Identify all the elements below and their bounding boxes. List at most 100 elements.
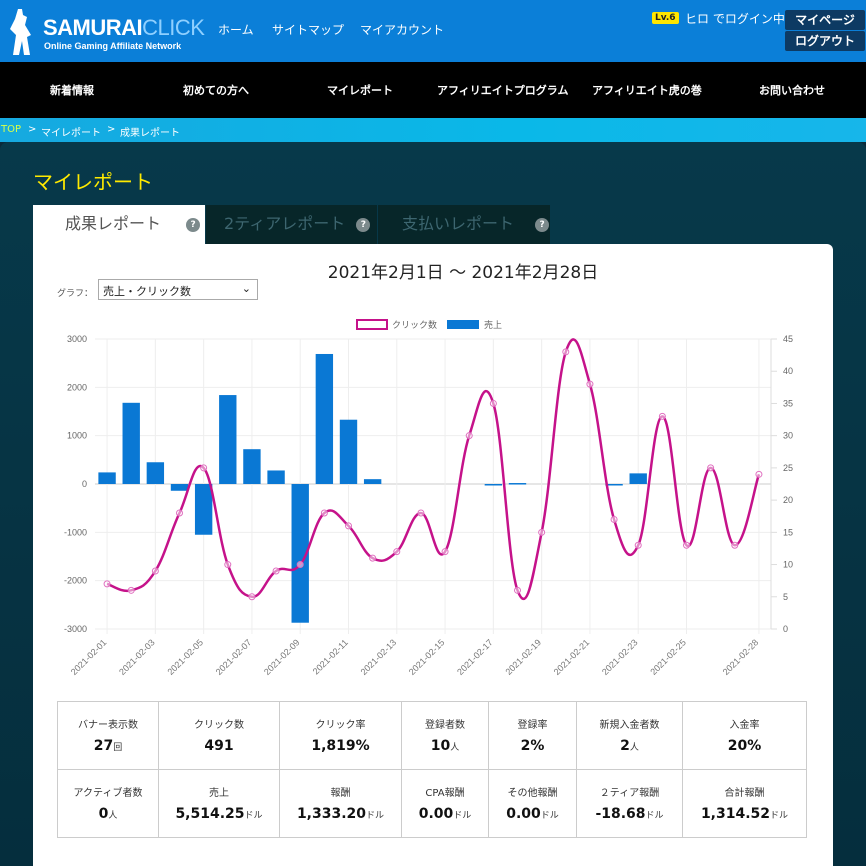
x-tick-label: 2021-02-01 xyxy=(69,637,109,677)
clicks-point xyxy=(369,554,377,562)
stat-value: 2% xyxy=(520,738,545,754)
logout-button[interactable]: ログアウト xyxy=(785,31,865,51)
sales-bar xyxy=(219,395,237,484)
clicks-point xyxy=(417,509,425,517)
y-right-tick-label: 10 xyxy=(783,560,793,570)
stat-label: その他報酬 xyxy=(507,788,558,799)
x-tick-label: 2021-02-13 xyxy=(359,637,399,677)
link-sitemap[interactable]: サイトマップ xyxy=(272,21,344,38)
stat-unit: 人 xyxy=(450,743,460,753)
sales-bar xyxy=(339,419,358,484)
stat-label: クリック数 xyxy=(194,720,244,731)
x-tick-label: 2021-02-05 xyxy=(165,637,205,677)
stat-label: 登録者数 xyxy=(425,720,465,731)
stat-value: 1,314.52ドル xyxy=(700,806,789,822)
sales-bar xyxy=(122,402,140,484)
stat-value: 5,514.25ドル xyxy=(175,806,263,822)
stats-row: バナー表示数 27回 クリック数 491 クリック率 1,819% 登録者数 10人 登録率 2%… xyxy=(57,701,807,770)
stat-value: 1,819% xyxy=(311,738,370,754)
link-home[interactable]: ホーム xyxy=(218,21,254,38)
clicks-point xyxy=(127,586,135,594)
stat-label: 合計報酬 xyxy=(724,788,765,799)
clicks-point xyxy=(731,541,739,549)
clicks-point xyxy=(465,432,473,440)
help-icon[interactable]: ? xyxy=(356,218,371,232)
x-tick-label: 2021-02-03 xyxy=(117,637,157,677)
nav-beginners[interactable]: 初めての方へ xyxy=(183,82,249,98)
x-tick-label: 2021-02-28 xyxy=(721,637,761,677)
tab-2tier-report[interactable]: 2ティアレポート ? xyxy=(206,205,377,245)
clicks-point xyxy=(248,593,256,601)
breadcrumb-sep: > xyxy=(28,124,37,135)
x-tick-label: 2021-02-07 xyxy=(214,637,254,677)
stat-label: CPA報酬 xyxy=(425,788,465,799)
stat-cell: バナー表示数 27回 xyxy=(57,701,159,770)
stat-cell: CPA報酬 0.00ドル xyxy=(401,769,489,838)
clicks-point xyxy=(489,399,497,407)
sales-bar xyxy=(170,484,189,491)
nav-contact[interactable]: お問い合わせ xyxy=(759,82,825,98)
clicks-point xyxy=(610,515,618,523)
stat-cell: その他報酬 0.00ドル xyxy=(488,769,577,838)
clicks-point xyxy=(562,348,570,356)
breadcrumb-sep: > xyxy=(107,124,116,135)
y-left-tick-label: 3000 xyxy=(67,334,87,344)
stat-unit: ドル xyxy=(244,811,263,821)
breadcrumb-my-report[interactable]: マイレポート xyxy=(41,124,101,139)
y-right-tick-label: 0 xyxy=(783,624,788,634)
y-right-tick-label: 15 xyxy=(783,527,793,537)
help-icon[interactable]: ? xyxy=(535,218,550,232)
stat-value: 2人 xyxy=(620,738,639,754)
clicks-point xyxy=(514,586,521,594)
logo[interactable]: SAMURAICLICK Online Gaming Affiliate Net… xyxy=(4,4,205,58)
nav-news[interactable]: 新着情報 xyxy=(50,82,94,98)
brand-name: SAMURAICLICK xyxy=(43,15,205,40)
stat-value: 20% xyxy=(727,738,762,754)
mypage-button[interactable]: マイページ xyxy=(785,10,865,30)
stat-unit: ドル xyxy=(540,811,559,821)
stat-value: 491 xyxy=(204,738,234,754)
stat-cell: 報酬 1,333.20ドル xyxy=(279,769,402,838)
stat-label: クリック率 xyxy=(315,720,366,731)
sales-bar xyxy=(508,483,527,485)
x-tick-label: 2021-02-17 xyxy=(455,637,495,677)
nav-affiliate-program[interactable]: アフィリエイトプログラム xyxy=(437,82,568,98)
stat-label: 報酬 xyxy=(330,788,351,799)
stat-value: -18.68ドル xyxy=(595,806,664,822)
stat-label: バナー表示数 xyxy=(78,720,138,731)
clicks-point xyxy=(755,470,763,478)
breadcrumb-top[interactable]: TOP xyxy=(1,124,21,135)
tab-payment-report[interactable]: 支払いレポート ? xyxy=(378,205,550,245)
stat-unit: 回 xyxy=(113,743,123,753)
x-tick-label: 2021-02-19 xyxy=(503,637,543,677)
tagline: Online Gaming Affiliate Network xyxy=(44,41,182,51)
stat-value: 27回 xyxy=(93,738,123,754)
nav-my-report[interactable]: マイレポート xyxy=(327,82,393,98)
clicks-point xyxy=(441,548,449,556)
sales-clicks-chart: 3000 2000 1000 0 -1000 -2000 -3000 45 40 35 30 25 20… xyxy=(64,319,793,677)
clicks-point xyxy=(200,464,208,472)
x-tick-label: 2021-02-23 xyxy=(600,637,640,677)
tab-results-report[interactable]: 成果レポート ? xyxy=(33,205,205,245)
help-icon[interactable]: ? xyxy=(186,218,201,232)
stat-unit: ドル xyxy=(453,811,472,821)
y-right-tick-label: 5 xyxy=(783,592,788,602)
stat-unit: 人 xyxy=(108,811,118,821)
y-right-tick-label: 45 xyxy=(783,334,793,344)
stat-cell: クリック率 1,819% xyxy=(279,701,402,770)
legend-clicks-label: クリック数 xyxy=(392,319,437,331)
clicks-point xyxy=(151,567,159,575)
stat-cell: 登録率 2% xyxy=(488,701,577,770)
y-left-tick-label: 1000 xyxy=(67,431,87,441)
clicks-point xyxy=(683,541,690,549)
y-right-tick-label: 40 xyxy=(783,366,793,376)
sales-bar xyxy=(363,479,382,484)
clicks-point xyxy=(658,412,666,420)
sales-bar xyxy=(484,484,503,486)
nav-affiliate-guide[interactable]: アフィリエイト虎の巻 xyxy=(592,82,702,98)
stat-label: 売上 xyxy=(209,788,229,799)
stat-value: 1,333.20ドル xyxy=(296,806,385,822)
stat-value: 0.00ドル xyxy=(418,806,472,822)
clicks-point xyxy=(272,567,280,575)
link-my-account[interactable]: マイアカウント xyxy=(360,21,444,38)
